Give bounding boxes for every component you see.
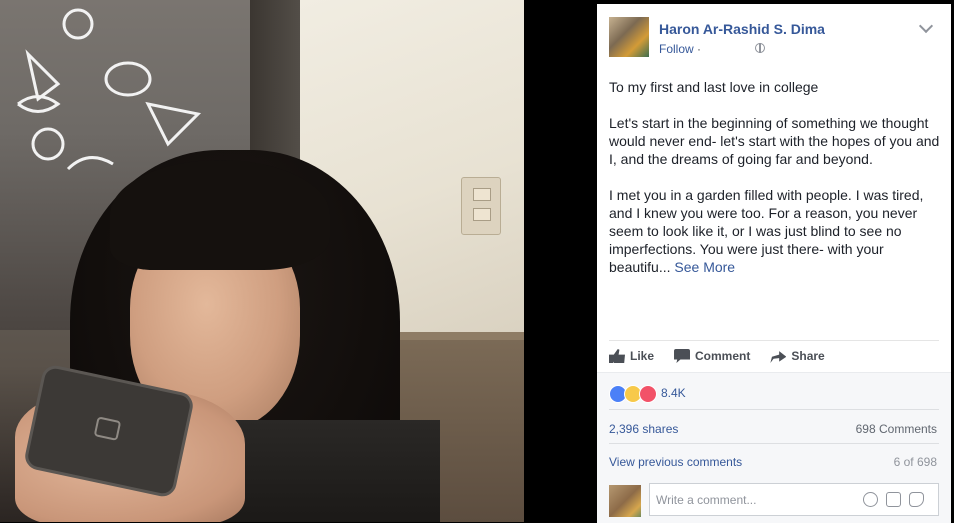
camera-icon[interactable] [886,492,901,507]
like-label: Like [630,349,655,363]
chevron-down-icon[interactable] [918,18,934,34]
comment-label: Comment [695,349,751,363]
divider [609,409,939,410]
thumbs-up-icon [609,349,625,363]
reaction-count[interactable]: 8.4K [661,386,686,400]
follow-link[interactable]: Follow [659,42,694,56]
post-photo[interactable] [0,0,524,522]
comment-page-count: 6 of 698 [893,455,937,469]
comment-icon [674,349,691,363]
follow-separator: · [697,42,702,56]
author-name[interactable]: Haron Ar-Rashid S. Dima [659,21,825,37]
share-icon [770,351,787,363]
feedback-section: 8.4K 2,396 shares 698 Comments View prev… [597,372,951,523]
post-paragraph: I met you in a garden filled with people… [609,187,924,275]
light-switch [461,177,501,235]
post-text: To my first and last love in college Let… [609,78,944,294]
divider [609,443,939,444]
comment-input[interactable] [654,492,858,508]
share-label: Share [791,349,825,363]
post-paragraph: To my first and last love in college [609,79,819,95]
view-previous-comments[interactable]: View previous comments [609,455,742,469]
author-avatar[interactable] [609,17,649,57]
comment-button[interactable]: Comment [674,347,750,365]
action-bar: Like Comment Share [609,347,845,365]
comments-count[interactable]: 698 Comments [856,422,937,436]
post-panel: Haron Ar-Rashid S. Dima Follow · To my f… [597,4,951,523]
viewer-avatar [609,485,641,517]
love-reaction-icon [639,385,657,403]
share-button[interactable]: Share [770,347,825,365]
post-paragraph: Let's start in the beginning of somethin… [609,115,940,167]
bangs [110,160,330,270]
shares-link[interactable]: 2,396 shares [609,422,678,436]
comment-composer[interactable] [649,483,939,516]
divider [609,340,939,341]
like-button[interactable]: Like [609,347,654,365]
follow-row: Follow · [659,42,701,56]
emoji-icon[interactable] [863,492,878,507]
reaction-icons[interactable] [609,385,657,403]
globe-icon [755,43,765,53]
see-more-link[interactable]: See More [674,259,735,275]
sticker-icon[interactable] [909,492,924,507]
